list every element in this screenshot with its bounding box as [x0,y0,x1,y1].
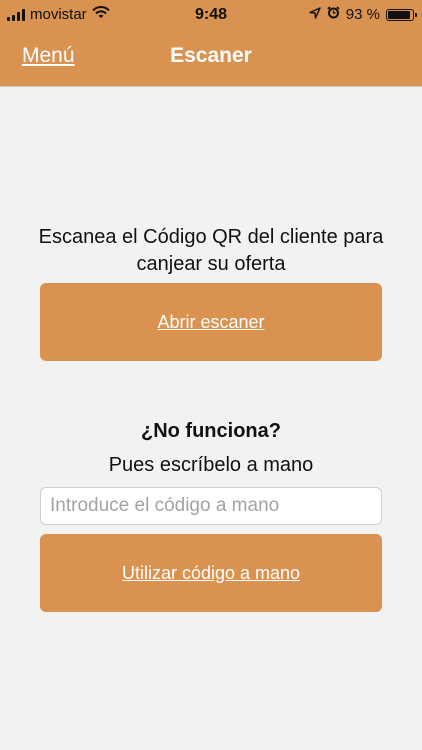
use-manual-code-button-label: Utilizar código a mano [121,562,301,583]
page-title: Escaner [170,44,252,67]
fallback-hint: Pues escríbelo a mano [108,454,314,476]
top-bar: movistar 9:48 93 % Menú Escaner [0,0,422,87]
fallback-question: ¿No funciona? [141,420,281,442]
use-manual-code-button[interactable]: Utilizar código a mano [40,534,382,612]
manual-code-input[interactable] [40,487,382,525]
open-scanner-button-label: Abrir escaner [157,311,265,332]
open-scanner-button[interactable]: Abrir escaner [40,283,382,361]
scan-instruction: Escanea el Código QR del cliente para ca… [38,226,384,275]
battery-percent: 93 % [345,6,380,23]
battery-icon [386,8,417,21]
status-right: 93 % [309,6,417,23]
alarm-icon [327,6,340,23]
location-icon [309,6,321,23]
status-bar: movistar 9:48 93 % [0,0,422,30]
